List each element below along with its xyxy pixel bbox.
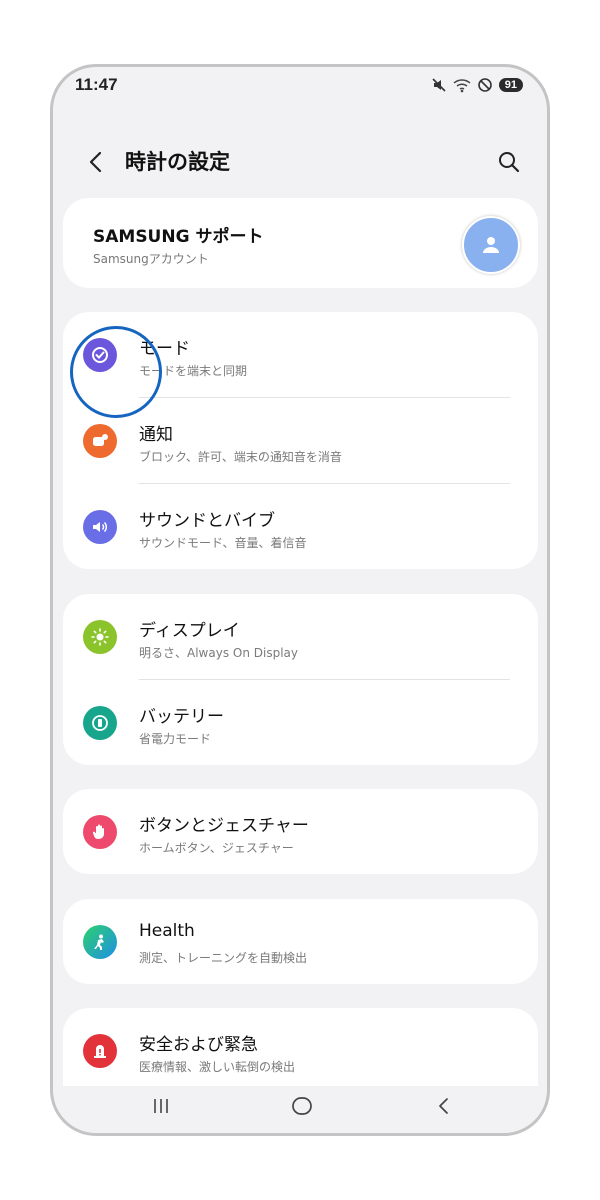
setting-subtitle: 明るさ、Always On Display	[139, 646, 298, 660]
settings-group-3: ボタンとジェスチャー ホームボタン、ジェスチャー	[63, 789, 538, 874]
account-card[interactable]: SAMSUNG サポート Samsungアカウント	[63, 198, 538, 288]
setting-subtitle: モードを端末と同期	[139, 364, 248, 378]
status-time: 11:47	[75, 75, 118, 94]
back-button[interactable]	[81, 147, 111, 177]
recent-apps-button[interactable]	[141, 1091, 181, 1121]
back-icon	[439, 1098, 448, 1114]
setting-title: ディスプレイ	[139, 621, 240, 641]
setting-item-safety-emergency[interactable]: 安全および緊急 医療情報、激しい転倒の検出	[63, 1008, 538, 1086]
status-icons: 91	[431, 75, 523, 95]
settings-group-5: 安全および緊急 医療情報、激しい転倒の検出	[63, 1008, 538, 1086]
person-icon	[483, 237, 499, 253]
setting-item-buttons-gestures[interactable]: ボタンとジェスチャー ホームボタン、ジェスチャー	[63, 789, 538, 875]
setting-title: サウンドとバイブ	[139, 511, 275, 531]
status-bar: 11:47 91	[53, 67, 547, 103]
home-button[interactable]	[282, 1091, 322, 1121]
setting-item-notification[interactable]: 通知 ブロック、許可、端末の通知音を消音	[63, 398, 538, 484]
mute-icon	[431, 77, 447, 93]
settings-group-2: ディスプレイ 明るさ、Always On Display バッテリー 省電力モー…	[63, 594, 538, 765]
navigation-bar	[53, 1081, 547, 1133]
wifi-icon	[453, 77, 471, 93]
dnd-icon	[477, 77, 493, 93]
setting-item-display[interactable]: ディスプレイ 明るさ、Always On Display	[63, 594, 538, 680]
account-name: SAMSUNG サポート	[93, 227, 264, 247]
account-subtitle: Samsungアカウント	[93, 252, 209, 266]
setting-item-mode[interactable]: モード モードを端末と同期	[63, 312, 538, 398]
battery-indicator: 91	[498, 78, 523, 92]
setting-subtitle: サウンドモード、音量、着信音	[139, 536, 307, 550]
setting-title: モード	[139, 339, 190, 359]
setting-subtitle: ホームボタン、ジェスチャー	[139, 841, 294, 855]
notification-icon	[83, 424, 117, 458]
brightness-icon	[83, 620, 117, 654]
emergency-icon	[83, 1034, 117, 1068]
mode-check-icon	[83, 338, 117, 372]
sound-icon	[83, 510, 117, 544]
setting-subtitle: 省電力モード	[139, 732, 212, 746]
app-bar: 時計の設定	[53, 137, 547, 187]
setting-title: 通知	[139, 425, 173, 445]
search-button[interactable]	[493, 146, 525, 178]
search-icon	[499, 152, 520, 173]
setting-title: ボタンとジェスチャー	[139, 816, 309, 836]
page-title: 時計の設定	[125, 150, 230, 174]
setting-item-battery[interactable]: バッテリー 省電力モード	[63, 680, 538, 766]
setting-title: Health	[139, 921, 195, 941]
hand-icon	[83, 815, 117, 849]
setting-title: 安全および緊急	[139, 1035, 258, 1055]
setting-item-health[interactable]: Health 測定、トレーニングを自動検出	[63, 899, 538, 985]
phone-screen: 11:47 91 時計の設定 SAMSUNG サポート Samsungアカウント	[50, 64, 550, 1136]
setting-subtitle: 測定、トレーニングを自動検出	[139, 951, 308, 965]
settings-group-1: モード モードを端末と同期 通知 ブロック、許可、端末の通知音を消音 サウンドと…	[63, 312, 538, 569]
chevron-left-icon	[89, 151, 102, 173]
health-icon	[83, 925, 117, 959]
setting-subtitle: 医療情報、激しい転倒の検出	[139, 1060, 296, 1074]
battery-icon	[83, 706, 117, 740]
back-nav-button[interactable]	[424, 1091, 464, 1121]
setting-title: バッテリー	[139, 707, 224, 727]
recent-apps-icon	[154, 1099, 168, 1113]
setting-subtitle: ブロック、許可、端末の通知音を消音	[139, 450, 342, 464]
home-icon	[292, 1097, 312, 1115]
avatar[interactable]	[462, 216, 520, 274]
setting-item-sound[interactable]: サウンドとバイブ サウンドモード、音量、着信音	[63, 484, 538, 570]
settings-group-4: Health 測定、トレーニングを自動検出	[63, 899, 538, 984]
